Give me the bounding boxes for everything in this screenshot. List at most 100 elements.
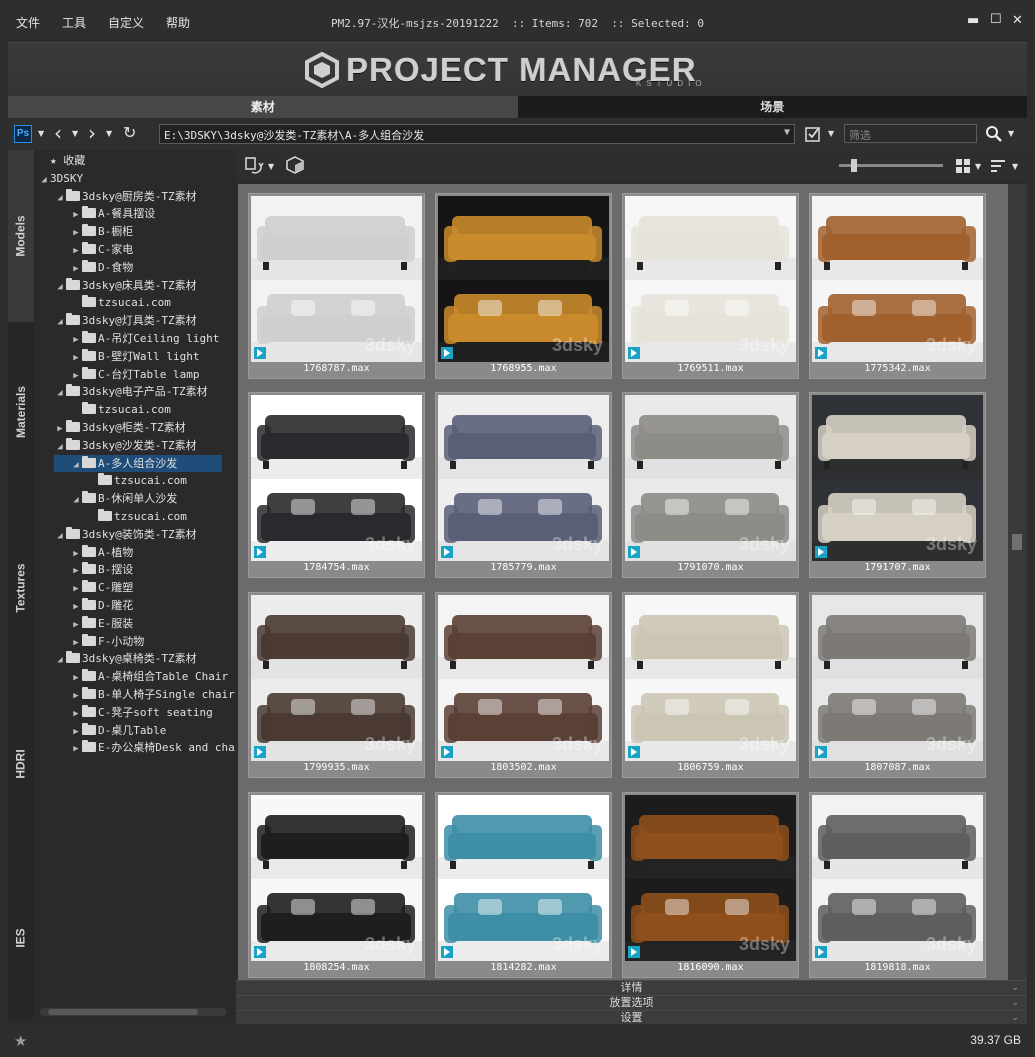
asset-card[interactable]: 3dsky 1769511.max — [622, 193, 799, 379]
checklist-icon[interactable] — [805, 125, 823, 143]
collapsed-arrow-icon[interactable]: ▶ — [70, 563, 82, 580]
tree-item[interactable]: tzsucai.com — [70, 401, 171, 418]
asset-card[interactable]: 3dsky 1791707.max — [809, 392, 986, 578]
tree-item[interactable]: ▶ 3dsky@柜类-TZ素材 — [54, 419, 186, 436]
tree-item[interactable]: ▶ B-橱柜 — [70, 223, 133, 240]
tree-item[interactable]: ★ 收藏 — [38, 152, 85, 169]
forward-icon[interactable]: › — [88, 121, 96, 145]
tree-item[interactable]: ▶ B-壁灯Wall light — [70, 348, 199, 365]
collapsed-arrow-icon[interactable]: ▶ — [70, 706, 82, 723]
tree-item[interactable]: ◢ 3dsky@装饰类-TZ素材 — [54, 526, 197, 543]
tree-item[interactable]: ▶ D-雕花 — [70, 597, 133, 614]
asset-card[interactable]: 3dsky 1785779.max — [435, 392, 612, 578]
sync-dropdown-icon[interactable]: ▼ — [268, 162, 274, 171]
collapsed-arrow-icon[interactable]: ▶ — [70, 368, 82, 385]
collapsed-arrow-icon[interactable]: ▶ — [54, 421, 66, 438]
collapsed-arrow-icon[interactable]: ▶ — [70, 688, 82, 705]
cube-folder-icon[interactable] — [284, 156, 306, 176]
vtab-hdri[interactable]: HDRI — [8, 678, 34, 850]
expanded-arrow-icon[interactable]: ◢ — [54, 652, 66, 669]
tree-item[interactable]: ◢ 3dsky@沙发类-TZ素材 — [54, 437, 197, 454]
minimize-icon[interactable]: ▬ — [967, 14, 979, 28]
collapsed-arrow-icon[interactable]: ▶ — [70, 724, 82, 741]
asset-card[interactable]: 3dsky 1819818.max — [809, 792, 986, 978]
tree-item[interactable]: ▶ D-食物 — [70, 259, 133, 276]
favorite-star-icon[interactable]: ★ — [14, 1032, 27, 1050]
asset-card[interactable]: 3dsky 1814282.max — [435, 792, 612, 978]
tree-item[interactable]: ▶ A-餐具摆设 — [70, 205, 155, 222]
expanded-arrow-icon[interactable]: ◢ — [54, 528, 66, 545]
placement-options-panel-header[interactable]: 放置选项 ⌄ — [236, 995, 1027, 1010]
tree-item[interactable]: ◢ B-休闲单人沙发 — [70, 490, 177, 507]
collapsed-arrow-icon[interactable]: ▶ — [70, 581, 82, 598]
settings-panel-header[interactable]: 设置 ⌄ — [236, 1010, 1027, 1024]
grid-view-icon[interactable] — [955, 158, 971, 174]
collapsed-arrow-icon[interactable]: ▶ — [70, 243, 82, 260]
tree-item[interactable]: ▶ C-家电 — [70, 241, 133, 258]
ps-dropdown-icon[interactable]: ▼ — [38, 129, 44, 138]
tree-item[interactable]: ◢ 3dsky@桌椅类-TZ素材 — [54, 650, 197, 667]
asset-card[interactable]: 3dsky 1768787.max — [248, 193, 425, 379]
expanded-arrow-icon[interactable]: ◢ — [54, 439, 66, 456]
tree-item[interactable]: tzsucai.com — [70, 294, 171, 311]
tree-item-selected[interactable]: ◢ A-多人组合沙发 — [54, 454, 222, 472]
vtab-textures[interactable]: Textures — [8, 502, 34, 674]
asset-card[interactable]: 3dsky 1768955.max — [435, 193, 612, 379]
details-panel-header[interactable]: 详情 ⌄ — [236, 980, 1027, 995]
tree-item[interactable]: ▶ C-台灯Table lamp — [70, 366, 199, 383]
tree-item[interactable]: ▶ D-桌几Table — [70, 722, 166, 739]
tree-item[interactable]: ▶ E-办公桌椅Desk and chair — [70, 739, 236, 756]
expanded-arrow-icon[interactable]: ◢ — [70, 492, 82, 509]
path-dropdown-icon[interactable]: ▼ — [784, 127, 790, 138]
expanded-arrow-icon[interactable]: ◢ — [54, 314, 66, 331]
tree-item[interactable]: ▶ B-摆设 — [70, 561, 133, 578]
thumbnail-size-slider[interactable] — [839, 159, 943, 172]
collapsed-arrow-icon[interactable]: ▶ — [70, 741, 82, 758]
asset-card[interactable]: 3dsky 1816090.max — [622, 792, 799, 978]
tree-item[interactable]: ◢ 3dsky@厨房类-TZ素材 — [54, 188, 197, 205]
slider-knob[interactable] — [851, 159, 857, 172]
tab-scenes[interactable]: 场景 — [517, 96, 1027, 118]
tree-scrollbar-thumb[interactable] — [48, 1009, 198, 1015]
checklist-dropdown-icon[interactable]: ▼ — [828, 129, 834, 138]
collapsed-arrow-icon[interactable]: ▶ — [70, 350, 82, 367]
refresh-icon[interactable]: ↻ — [123, 123, 136, 142]
collapsed-arrow-icon[interactable]: ▶ — [70, 546, 82, 563]
collapsed-arrow-icon[interactable]: ▶ — [70, 635, 82, 652]
forward-dropdown-icon[interactable]: ▼ — [106, 129, 112, 138]
asset-card[interactable]: 3dsky 1791070.max — [622, 392, 799, 578]
tree-item[interactable]: ▶ C-凳子soft seating — [70, 704, 213, 721]
asset-card[interactable]: 3dsky 1808254.max — [248, 792, 425, 978]
asset-card[interactable]: 3dsky 1799935.max — [248, 592, 425, 778]
vtab-models[interactable]: Models — [8, 150, 34, 322]
asset-card[interactable]: 3dsky 1807087.max — [809, 592, 986, 778]
collapsed-arrow-icon[interactable]: ▶ — [70, 332, 82, 349]
tab-assets[interactable]: 素材 — [8, 96, 518, 118]
back-icon[interactable]: ‹ — [54, 121, 62, 145]
collapsed-arrow-icon[interactable]: ▶ — [70, 670, 82, 687]
path-input[interactable]: E:\3DSKY\3dsky@沙发类-TZ素材\A-多人组合沙发 ▼ — [159, 124, 795, 144]
tree-item[interactable]: ▶ B-单人椅子Single chair — [70, 686, 235, 703]
tree-item[interactable]: ▶ A-桌椅组合Table Chair — [70, 668, 228, 685]
tree-item[interactable]: ◢ 3dsky@床具类-TZ素材 — [54, 277, 197, 294]
tree-item[interactable]: tzsucai.com — [86, 508, 187, 525]
search-icon[interactable] — [985, 125, 1003, 143]
grid-scrollbar-thumb[interactable] — [1012, 534, 1022, 550]
close-icon[interactable]: ✕ — [1012, 14, 1023, 28]
expanded-arrow-icon[interactable]: ◢ — [54, 385, 66, 402]
back-dropdown-icon[interactable]: ▼ — [72, 129, 78, 138]
asset-card[interactable]: 3dsky 1803502.max — [435, 592, 612, 778]
collapsed-arrow-icon[interactable]: ▶ — [70, 225, 82, 242]
expanded-arrow-icon[interactable]: ◢ — [54, 190, 66, 207]
vtab-ies[interactable]: IES — [8, 854, 34, 1022]
sync-icon[interactable] — [244, 156, 264, 176]
tree-item[interactable]: ▶ A-植物 — [70, 544, 133, 561]
expanded-arrow-icon[interactable]: ◢ — [54, 279, 66, 296]
collapsed-arrow-icon[interactable]: ▶ — [70, 599, 82, 616]
collapsed-arrow-icon[interactable]: ▶ — [70, 617, 82, 634]
tree-item[interactable]: tzsucai.com — [86, 472, 187, 489]
collapsed-arrow-icon[interactable]: ▶ — [70, 261, 82, 278]
maximize-icon[interactable]: ☐ — [990, 13, 1002, 27]
tree-item[interactable]: ◢ 3dsky@灯具类-TZ素材 — [54, 312, 197, 329]
tree-horizontal-scrollbar[interactable] — [40, 1008, 226, 1016]
